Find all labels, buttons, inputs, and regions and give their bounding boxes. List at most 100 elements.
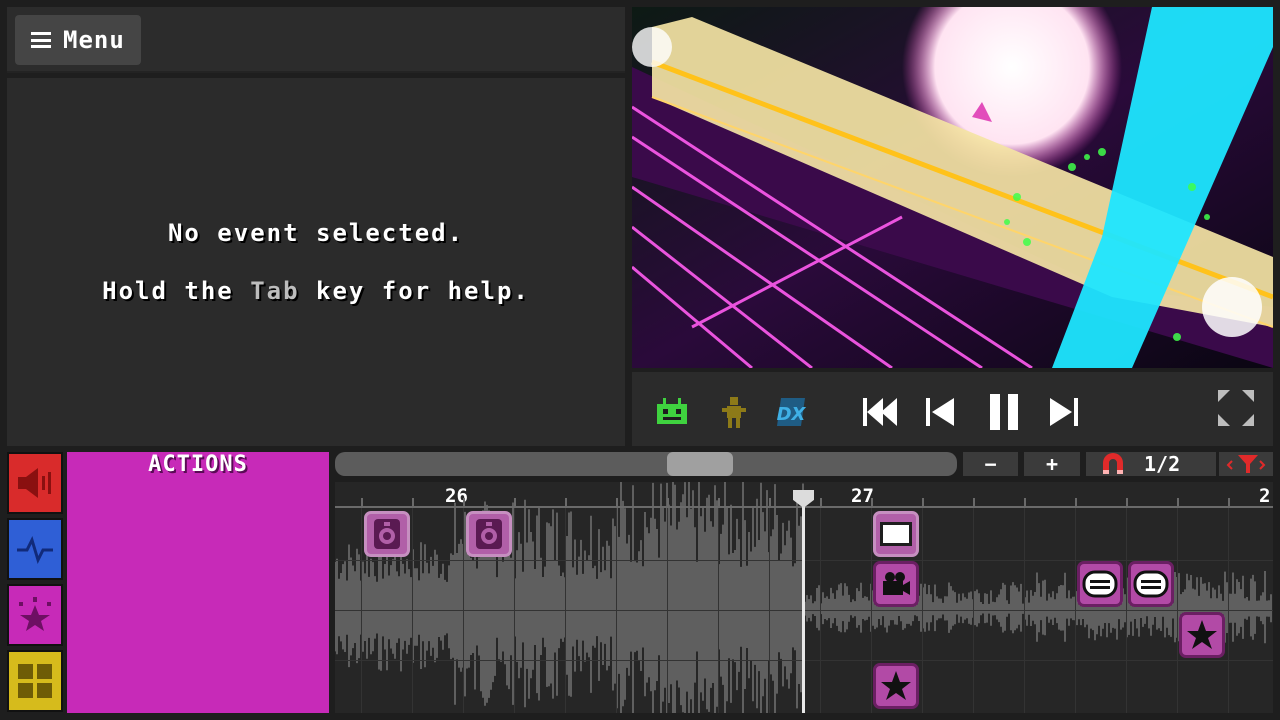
ruler-tick <box>922 498 924 506</box>
timeline-scrollbar[interactable] <box>335 452 957 476</box>
ruler-tick <box>1126 498 1128 506</box>
grid-line <box>922 508 923 713</box>
actions-title: ACTIONS <box>148 452 248 477</box>
ruler-tick <box>412 498 414 506</box>
ruler-tick <box>718 498 720 506</box>
skip-to-start-button[interactable] <box>860 394 900 430</box>
fullscreen-button[interactable] <box>1214 390 1258 426</box>
filter-button[interactable] <box>1219 452 1273 476</box>
category-actions[interactable] <box>7 584 63 646</box>
grid-line <box>769 508 770 713</box>
grid-line <box>616 508 617 713</box>
ruler-tick <box>361 498 363 506</box>
game-mode-toggle[interactable] <box>652 394 692 430</box>
ruler-tick <box>871 498 873 506</box>
star-burst-icon <box>19 597 51 631</box>
pause-button[interactable] <box>984 394 1024 430</box>
speaker-box-icon <box>476 519 502 549</box>
beat-label: 2 <box>1259 485 1271 507</box>
subdivision-label: 1/2 <box>1144 452 1181 476</box>
player-mode-toggle[interactable] <box>716 394 752 430</box>
grid-line <box>514 508 515 713</box>
grid-line <box>1126 508 1127 713</box>
flash-screen-icon <box>880 522 912 546</box>
event-camera[interactable] <box>873 561 919 607</box>
grid-line <box>412 508 413 713</box>
playhead[interactable] <box>793 490 814 713</box>
skip-back-icon <box>863 398 897 426</box>
help-hint-text: Hold the Tab key for help. <box>102 277 530 305</box>
preview-artwork <box>632 7 1273 368</box>
grid-line <box>718 508 719 713</box>
menu-bar: Menu <box>7 7 625 73</box>
category-rails[interactable] <box>7 518 63 580</box>
grid-line <box>667 508 668 713</box>
robot-icon <box>657 398 687 424</box>
filter-icon <box>1226 455 1266 473</box>
fullscreen-icon <box>1218 390 1254 426</box>
grid-line <box>1177 508 1178 713</box>
menu-button[interactable]: Menu <box>15 15 141 65</box>
pulse-icon <box>17 535 53 565</box>
tab-key-label: Tab <box>250 277 300 305</box>
event-info-panel: No event selected. Hold the Tab key for … <box>7 78 625 446</box>
snap-control[interactable]: 1/2 <box>1086 452 1216 476</box>
zoom-in-label: + <box>1045 452 1059 476</box>
ruler-tick <box>667 498 669 506</box>
game-preview[interactable] <box>632 7 1273 368</box>
step-forward-icon <box>1050 398 1078 426</box>
event-sound[interactable] <box>466 511 512 557</box>
player-figure-icon <box>722 397 746 428</box>
event-speech[interactable] <box>1077 561 1123 607</box>
event-star[interactable] <box>873 663 919 709</box>
grid-line <box>1075 508 1076 713</box>
timeline[interactable]: 26 27 2 <box>335 482 1273 713</box>
ruler-tick <box>973 498 975 506</box>
grid-line <box>361 508 362 713</box>
dx-toggle[interactable]: DX <box>772 394 812 430</box>
grid-line <box>871 508 872 713</box>
ruler-tick <box>1024 498 1026 506</box>
ruler-tick <box>616 498 618 506</box>
grid-line <box>820 508 821 713</box>
ruler-tick <box>1228 498 1230 506</box>
star-icon <box>881 671 911 700</box>
actions-panel: ACTIONS <box>67 452 329 713</box>
step-back-icon <box>926 398 954 426</box>
speech-bubble-icon <box>1133 570 1169 598</box>
ruler-tick <box>769 498 771 506</box>
ruler-tick <box>565 498 567 506</box>
speaker-box-icon <box>374 519 400 549</box>
event-star[interactable] <box>1179 612 1225 658</box>
star-icon <box>1187 620 1217 649</box>
grid-line <box>1024 508 1025 713</box>
zoom-in-button[interactable]: + <box>1024 452 1080 476</box>
pause-icon <box>990 394 1018 430</box>
category-sound[interactable] <box>7 452 63 514</box>
previous-button[interactable] <box>922 394 958 430</box>
category-rooms[interactable] <box>7 650 63 712</box>
menu-label: Menu <box>63 26 125 54</box>
ruler-tick <box>1075 498 1077 506</box>
zoom-out-label: − <box>984 452 997 476</box>
hamburger-icon <box>31 32 51 48</box>
grid-line <box>1228 508 1229 713</box>
zoom-out-button[interactable]: − <box>963 452 1018 476</box>
scrollbar-thumb[interactable] <box>667 452 733 476</box>
ruler-tick <box>514 498 516 506</box>
no-event-text: No event selected. <box>167 219 465 247</box>
ruler-tick <box>820 498 822 506</box>
category-sidebar <box>7 452 63 713</box>
ruler-tick <box>1177 498 1179 506</box>
grid-line <box>463 508 464 713</box>
grid-icon <box>18 664 52 698</box>
svg-text:DX: DX <box>777 404 807 425</box>
speech-bubble-icon <box>1082 570 1118 598</box>
grid-line <box>565 508 566 713</box>
event-sound[interactable] <box>364 511 410 557</box>
magnet-icon <box>1103 453 1123 474</box>
transport-bar: DX <box>632 372 1273 446</box>
event-flash[interactable] <box>873 511 919 557</box>
event-speech[interactable] <box>1128 561 1174 607</box>
next-button[interactable] <box>1046 394 1082 430</box>
